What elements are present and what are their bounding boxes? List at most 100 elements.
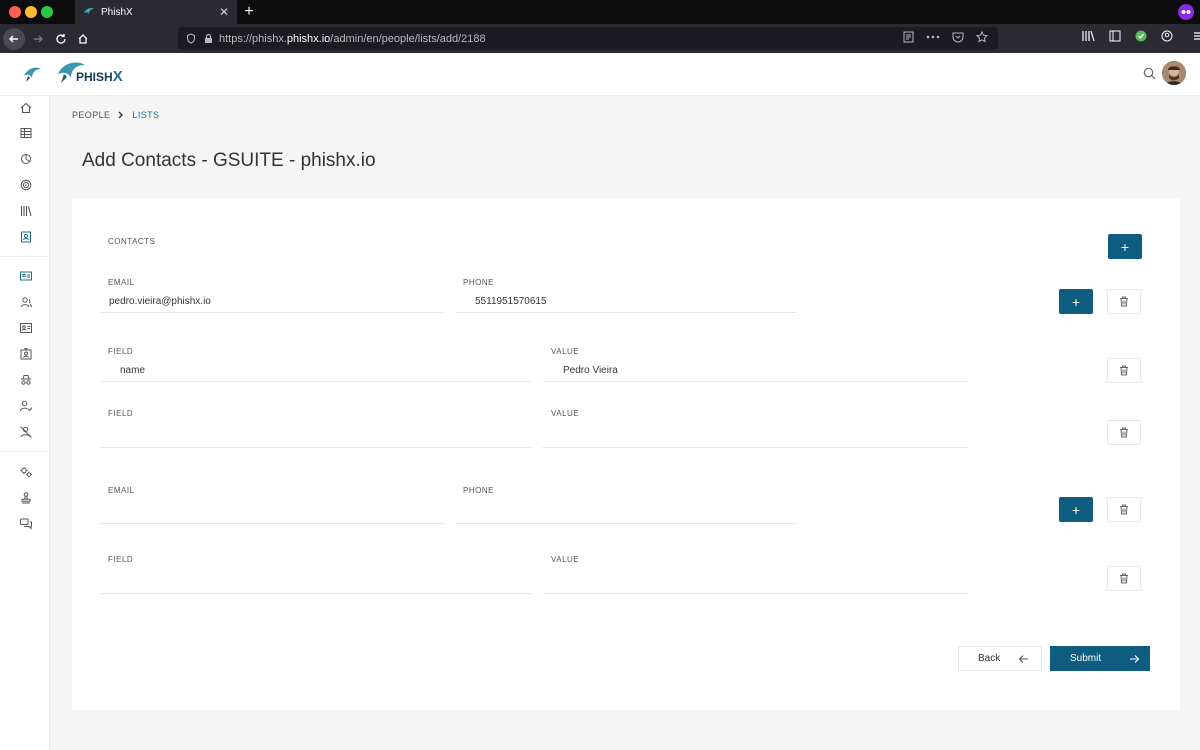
field-value-input[interactable] — [543, 360, 968, 382]
contacts-form-card — [72, 198, 1180, 710]
new-tab-button[interactable]: + — [240, 1, 258, 23]
pie-chart-icon[interactable] — [19, 152, 33, 166]
lock-icon — [205, 33, 212, 43]
stamp-icon[interactable] — [19, 491, 33, 505]
field-label: FIELD — [108, 555, 134, 564]
close-window-button[interactable] — [9, 6, 21, 18]
chevron-right-icon — [118, 111, 124, 119]
incognito-icon[interactable] — [19, 373, 33, 387]
value-label: VALUE — [551, 409, 580, 418]
browser-tab[interactable]: PhishX ✕ — [75, 0, 237, 24]
add-contact-button[interactable]: + — [1108, 234, 1142, 259]
delete-field-button[interactable] — [1107, 566, 1141, 591]
target-icon[interactable] — [19, 178, 33, 192]
arrow-right-icon — [1130, 654, 1140, 663]
url-path: /admin/en/people/lists/add/2188 — [330, 32, 486, 45]
back-button-label: Back — [978, 653, 1001, 664]
tab-bar: PhishX ✕ + — [0, 0, 1200, 24]
phone-input[interactable] — [456, 502, 797, 524]
email-label: EMAIL — [108, 486, 135, 495]
sidebar-toggle-icon[interactable] — [1109, 30, 1121, 42]
minimize-window-button[interactable] — [25, 6, 37, 18]
library-books-icon[interactable] — [19, 204, 33, 218]
add-field-button[interactable]: + — [1059, 497, 1093, 522]
phishx-small-logo-icon[interactable] — [22, 65, 42, 88]
navigation-bar: https://phishx. phishx.io/admin/en/people… — [0, 24, 1200, 53]
logo-text: PHISHX — [76, 68, 123, 85]
users-icon[interactable] — [19, 295, 33, 309]
delete-contact-button[interactable] — [1107, 289, 1141, 314]
value-label: VALUE — [551, 555, 580, 564]
delete-field-button[interactable] — [1107, 358, 1141, 383]
field-value-input[interactable] — [543, 426, 968, 448]
pocket-icon[interactable] — [952, 31, 964, 43]
private-browsing-icon — [1178, 4, 1194, 20]
field-value-input[interactable] — [543, 572, 968, 594]
delete-contact-button[interactable] — [1107, 497, 1141, 522]
arrow-right-icon — [34, 35, 43, 43]
user-off-icon[interactable] — [19, 425, 33, 439]
breadcrumb-people[interactable]: PEOPLE — [72, 110, 110, 120]
sidebar-divider — [0, 451, 50, 452]
extension-check-icon[interactable] — [1135, 30, 1147, 42]
browser-chrome: PhishX ✕ + https://phishx. phishx.io/admi… — [0, 0, 1200, 53]
url-bar[interactable]: https://phishx. phishx.io/admin/en/people… — [178, 27, 998, 50]
field-name-input[interactable] — [100, 572, 532, 594]
library-icon[interactable] — [1082, 30, 1095, 42]
more-actions-icon[interactable] — [926, 31, 940, 43]
menu-icon[interactable] — [1193, 30, 1200, 42]
user-check-icon[interactable] — [19, 399, 33, 413]
trash-icon — [1120, 427, 1128, 438]
field-label: FIELD — [108, 409, 134, 418]
email-input[interactable] — [100, 502, 444, 524]
email-input[interactable] — [100, 291, 444, 313]
forward-nav-button[interactable] — [27, 28, 49, 50]
phone-label: PHONE — [463, 278, 494, 287]
sidebar-divider — [0, 256, 50, 257]
url-scheme: https://phishx. — [219, 32, 287, 45]
badge-person-icon[interactable] — [19, 347, 33, 361]
contact-card-icon[interactable] — [19, 321, 33, 335]
reload-button[interactable] — [50, 28, 72, 50]
shield-icon — [187, 33, 195, 44]
phone-label: PHONE — [463, 486, 494, 495]
id-card-icon[interactable] — [19, 269, 33, 283]
chat-bubbles-icon[interactable] — [19, 517, 33, 531]
home-button[interactable] — [72, 28, 94, 50]
toolbar-right — [1082, 30, 1200, 42]
trash-icon — [1120, 573, 1128, 584]
arrow-left-icon — [1018, 654, 1028, 663]
trash-icon — [1120, 504, 1128, 515]
contacts-book-icon[interactable] — [19, 230, 33, 244]
plus-icon: + — [1120, 238, 1130, 255]
home-icon[interactable] — [19, 101, 33, 115]
delete-field-button[interactable] — [1107, 420, 1141, 445]
phishx-logo[interactable]: PHISHX — [56, 58, 123, 86]
phone-input[interactable] — [456, 291, 797, 313]
email-label: EMAIL — [108, 278, 135, 287]
settings-cogs-icon[interactable] — [19, 465, 33, 479]
back-nav-button[interactable] — [3, 28, 25, 50]
back-button[interactable]: Back — [958, 646, 1042, 671]
user-avatar[interactable] — [1162, 61, 1186, 85]
submit-button[interactable]: Submit — [1050, 646, 1150, 671]
field-name-input[interactable] — [100, 360, 532, 382]
search-button[interactable] — [1143, 67, 1156, 85]
dashboard-grid-icon[interactable] — [19, 126, 33, 140]
plus-icon: + — [1071, 293, 1081, 310]
maximize-window-button[interactable] — [41, 6, 53, 18]
home-icon — [78, 34, 88, 44]
bookmark-star-icon[interactable] — [976, 31, 988, 43]
tab-close-icon[interactable]: ✕ — [219, 5, 229, 19]
account-icon[interactable] — [1161, 30, 1173, 42]
trash-icon — [1120, 296, 1128, 307]
reload-icon — [56, 34, 66, 44]
reader-view-icon[interactable] — [903, 31, 914, 43]
logo-text-phish: PHISH — [76, 69, 113, 84]
sidebar — [0, 96, 50, 750]
breadcrumb-lists[interactable]: LISTS — [132, 110, 159, 120]
plus-icon: + — [1071, 501, 1081, 518]
field-name-input[interactable] — [100, 426, 532, 448]
add-field-button[interactable]: + — [1059, 289, 1093, 314]
page-title: Add Contacts - GSUITE - phishx.io — [82, 150, 376, 171]
